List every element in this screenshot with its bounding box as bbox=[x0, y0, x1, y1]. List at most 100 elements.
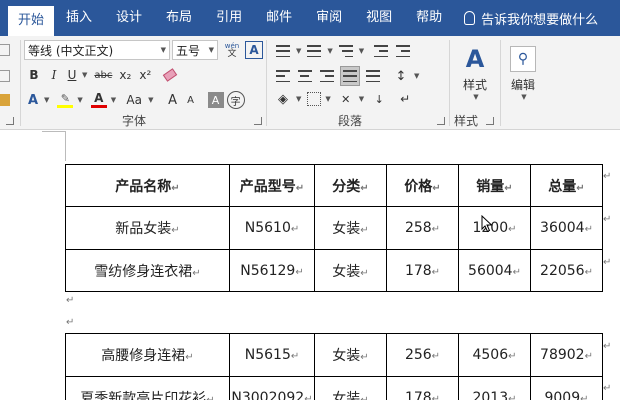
table-cell[interactable]: 258↵ bbox=[386, 206, 459, 250]
product-table-1[interactable]: 产品名称↵ 产品型号↵ 分类↵ 价格↵ 销量↵ 总量↵ 新品女装↵ N5610↵… bbox=[65, 164, 603, 292]
chevron-down-icon[interactable]: ▼ bbox=[148, 96, 153, 104]
align-left-icon[interactable] bbox=[274, 67, 292, 85]
table-cell[interactable]: 256↵ bbox=[386, 333, 459, 377]
header-cell[interactable]: 销量↵ bbox=[458, 164, 531, 207]
increase-indent-icon[interactable] bbox=[394, 42, 412, 60]
header-cell[interactable]: 分类↵ bbox=[314, 164, 387, 207]
justify-icon[interactable] bbox=[340, 66, 360, 86]
header-cell[interactable]: 产品型号↵ bbox=[229, 164, 315, 207]
enclose-characters-button[interactable]: 字 bbox=[226, 91, 245, 109]
chevron-down-icon[interactable]: ▼ bbox=[359, 95, 364, 103]
highlight-color-button[interactable]: ✎ bbox=[55, 90, 75, 110]
chinese-layout-icon[interactable]: ✕ bbox=[337, 90, 355, 108]
grow-font-button[interactable]: A bbox=[164, 91, 182, 109]
chevron-down-icon[interactable]: ▼ bbox=[44, 96, 49, 104]
paragraph-launcher-icon[interactable] bbox=[437, 117, 445, 125]
table-cell[interactable]: 36004↵ bbox=[530, 206, 603, 250]
subscript-button[interactable]: x₂ bbox=[115, 66, 135, 84]
table-cell[interactable]: 新品女装↵ bbox=[65, 206, 230, 250]
underline-button[interactable]: U bbox=[64, 66, 80, 84]
table-cell[interactable]: N5610↵ bbox=[229, 206, 315, 250]
multilevel-list-icon[interactable] bbox=[337, 42, 355, 60]
tab-references[interactable]: 引用 bbox=[204, 0, 254, 36]
clear-formatting-button[interactable] bbox=[159, 66, 181, 84]
numbering-icon[interactable] bbox=[305, 42, 323, 60]
chevron-down-icon[interactable]: ▼ bbox=[414, 72, 419, 80]
superscript-button[interactable]: x² bbox=[135, 66, 155, 84]
tab-design[interactable]: 设计 bbox=[104, 0, 154, 36]
character-shading-button[interactable]: A bbox=[207, 92, 224, 108]
shrink-font-button[interactable]: A bbox=[182, 91, 200, 109]
chevron-down-icon[interactable]: ▼ bbox=[327, 47, 332, 55]
header-cell[interactable]: 产品名称↵ bbox=[65, 164, 230, 207]
font-color-button[interactable]: A bbox=[89, 90, 109, 110]
table-cell[interactable]: N3002092↵ bbox=[229, 376, 315, 400]
table-cell[interactable]: 22056↵ bbox=[530, 249, 603, 292]
tell-me-search[interactable]: 告诉我你想要做什么 bbox=[454, 0, 598, 36]
editing-button[interactable]: ⚲ 编辑 ▼ bbox=[506, 40, 540, 106]
table-cell[interactable]: 178↵ bbox=[386, 249, 459, 292]
font-size-dropdown[interactable]: 五号 ▼ bbox=[172, 40, 218, 60]
italic-button[interactable]: I bbox=[44, 66, 64, 84]
table-cell[interactable]: 女装↵ bbox=[314, 206, 387, 250]
styles-gallery-button[interactable]: A 样式 ▼ bbox=[456, 40, 494, 106]
clipboard-launcher-icon[interactable] bbox=[6, 117, 14, 125]
table-cell[interactable]: 1200↵ bbox=[458, 206, 531, 250]
tell-me-label: 告诉我你想要做什么 bbox=[481, 12, 599, 28]
font-name-dropdown[interactable]: 等线 (中文正文) ▼ bbox=[24, 40, 170, 60]
tab-mailings[interactable]: 邮件 bbox=[254, 0, 304, 36]
product-table-2[interactable]: 高腰修身连裙↵ N5615↵ 女装↵ 256↵ 4506↵ 78902↵ 夏季新… bbox=[65, 333, 603, 400]
line-spacing-icon[interactable]: ↕ bbox=[392, 67, 410, 85]
header-cell[interactable]: 总量↵ bbox=[530, 164, 603, 207]
change-case-button[interactable]: Aa bbox=[122, 91, 146, 109]
sort-icon[interactable]: ↓ bbox=[370, 90, 388, 108]
styles-launcher-icon[interactable] bbox=[486, 117, 494, 125]
decrease-indent-icon[interactable] bbox=[372, 42, 390, 60]
table-cell[interactable]: 4506↵ bbox=[458, 333, 531, 377]
table-cell[interactable]: 2013↵ bbox=[458, 376, 531, 400]
chevron-down-icon[interactable]: ▼ bbox=[359, 47, 364, 55]
cut-icon[interactable] bbox=[0, 44, 10, 56]
table-cell[interactable]: 雪纺修身连衣裙↵ bbox=[65, 249, 230, 292]
chevron-down-icon[interactable]: ▼ bbox=[77, 96, 82, 104]
bullets-icon[interactable] bbox=[274, 42, 292, 60]
align-center-icon[interactable] bbox=[296, 67, 314, 85]
table-cell[interactable]: 178↵ bbox=[386, 376, 459, 400]
format-painter-icon[interactable] bbox=[0, 94, 10, 106]
phonetic-guide-button[interactable]: wén 文 bbox=[222, 40, 242, 60]
tab-home[interactable]: 开始 bbox=[8, 6, 55, 36]
chevron-down-icon[interactable]: ▼ bbox=[82, 71, 87, 79]
copy-icon[interactable] bbox=[0, 70, 10, 82]
align-right-icon[interactable] bbox=[318, 67, 336, 85]
table-cell[interactable]: 女装↵ bbox=[314, 249, 387, 292]
chevron-down-icon[interactable]: ▼ bbox=[325, 95, 330, 103]
table-cell[interactable]: 9009↵ bbox=[530, 376, 603, 400]
text-effects-button[interactable]: A bbox=[24, 91, 42, 109]
table-cell[interactable]: 78902↵ bbox=[530, 333, 603, 377]
show-marks-icon[interactable]: ↵ bbox=[396, 90, 414, 108]
tab-layout[interactable]: 布局 bbox=[154, 0, 204, 36]
tab-review[interactable]: 审阅 bbox=[304, 0, 354, 36]
chevron-down-icon[interactable]: ▼ bbox=[111, 96, 116, 104]
table-cell[interactable]: 女装↵ bbox=[314, 333, 387, 377]
borders-icon[interactable] bbox=[307, 92, 322, 106]
shading-bucket-icon[interactable]: ◈ bbox=[274, 90, 292, 108]
tab-insert[interactable]: 插入 bbox=[54, 0, 104, 36]
table-cell[interactable]: 夏季新款亮片印花衫↵ bbox=[65, 376, 230, 400]
font-launcher-icon[interactable] bbox=[254, 117, 262, 125]
bold-button[interactable]: B bbox=[24, 66, 44, 84]
tab-help[interactable]: 帮助 bbox=[404, 0, 454, 36]
table-cell[interactable]: 女装↵ bbox=[314, 376, 387, 400]
table-cell[interactable]: N5615↵ bbox=[229, 333, 315, 377]
table-cell[interactable]: 56004↵ bbox=[458, 249, 531, 292]
tab-view[interactable]: 视图 bbox=[354, 0, 404, 36]
header-cell[interactable]: 价格↵ bbox=[386, 164, 459, 207]
chevron-down-icon[interactable]: ▼ bbox=[296, 95, 301, 103]
strikethrough-button[interactable]: abc bbox=[91, 66, 115, 84]
distributed-icon[interactable] bbox=[364, 67, 382, 85]
table-cell[interactable]: N56129↵ bbox=[229, 249, 315, 292]
document-page[interactable]: 产品名称↵ 产品型号↵ 分类↵ 价格↵ 销量↵ 总量↵ 新品女装↵ N5610↵… bbox=[0, 131, 620, 400]
table-cell[interactable]: 高腰修身连裙↵ bbox=[65, 333, 230, 377]
character-border-button[interactable]: A bbox=[245, 41, 263, 59]
chevron-down-icon[interactable]: ▼ bbox=[296, 47, 301, 55]
